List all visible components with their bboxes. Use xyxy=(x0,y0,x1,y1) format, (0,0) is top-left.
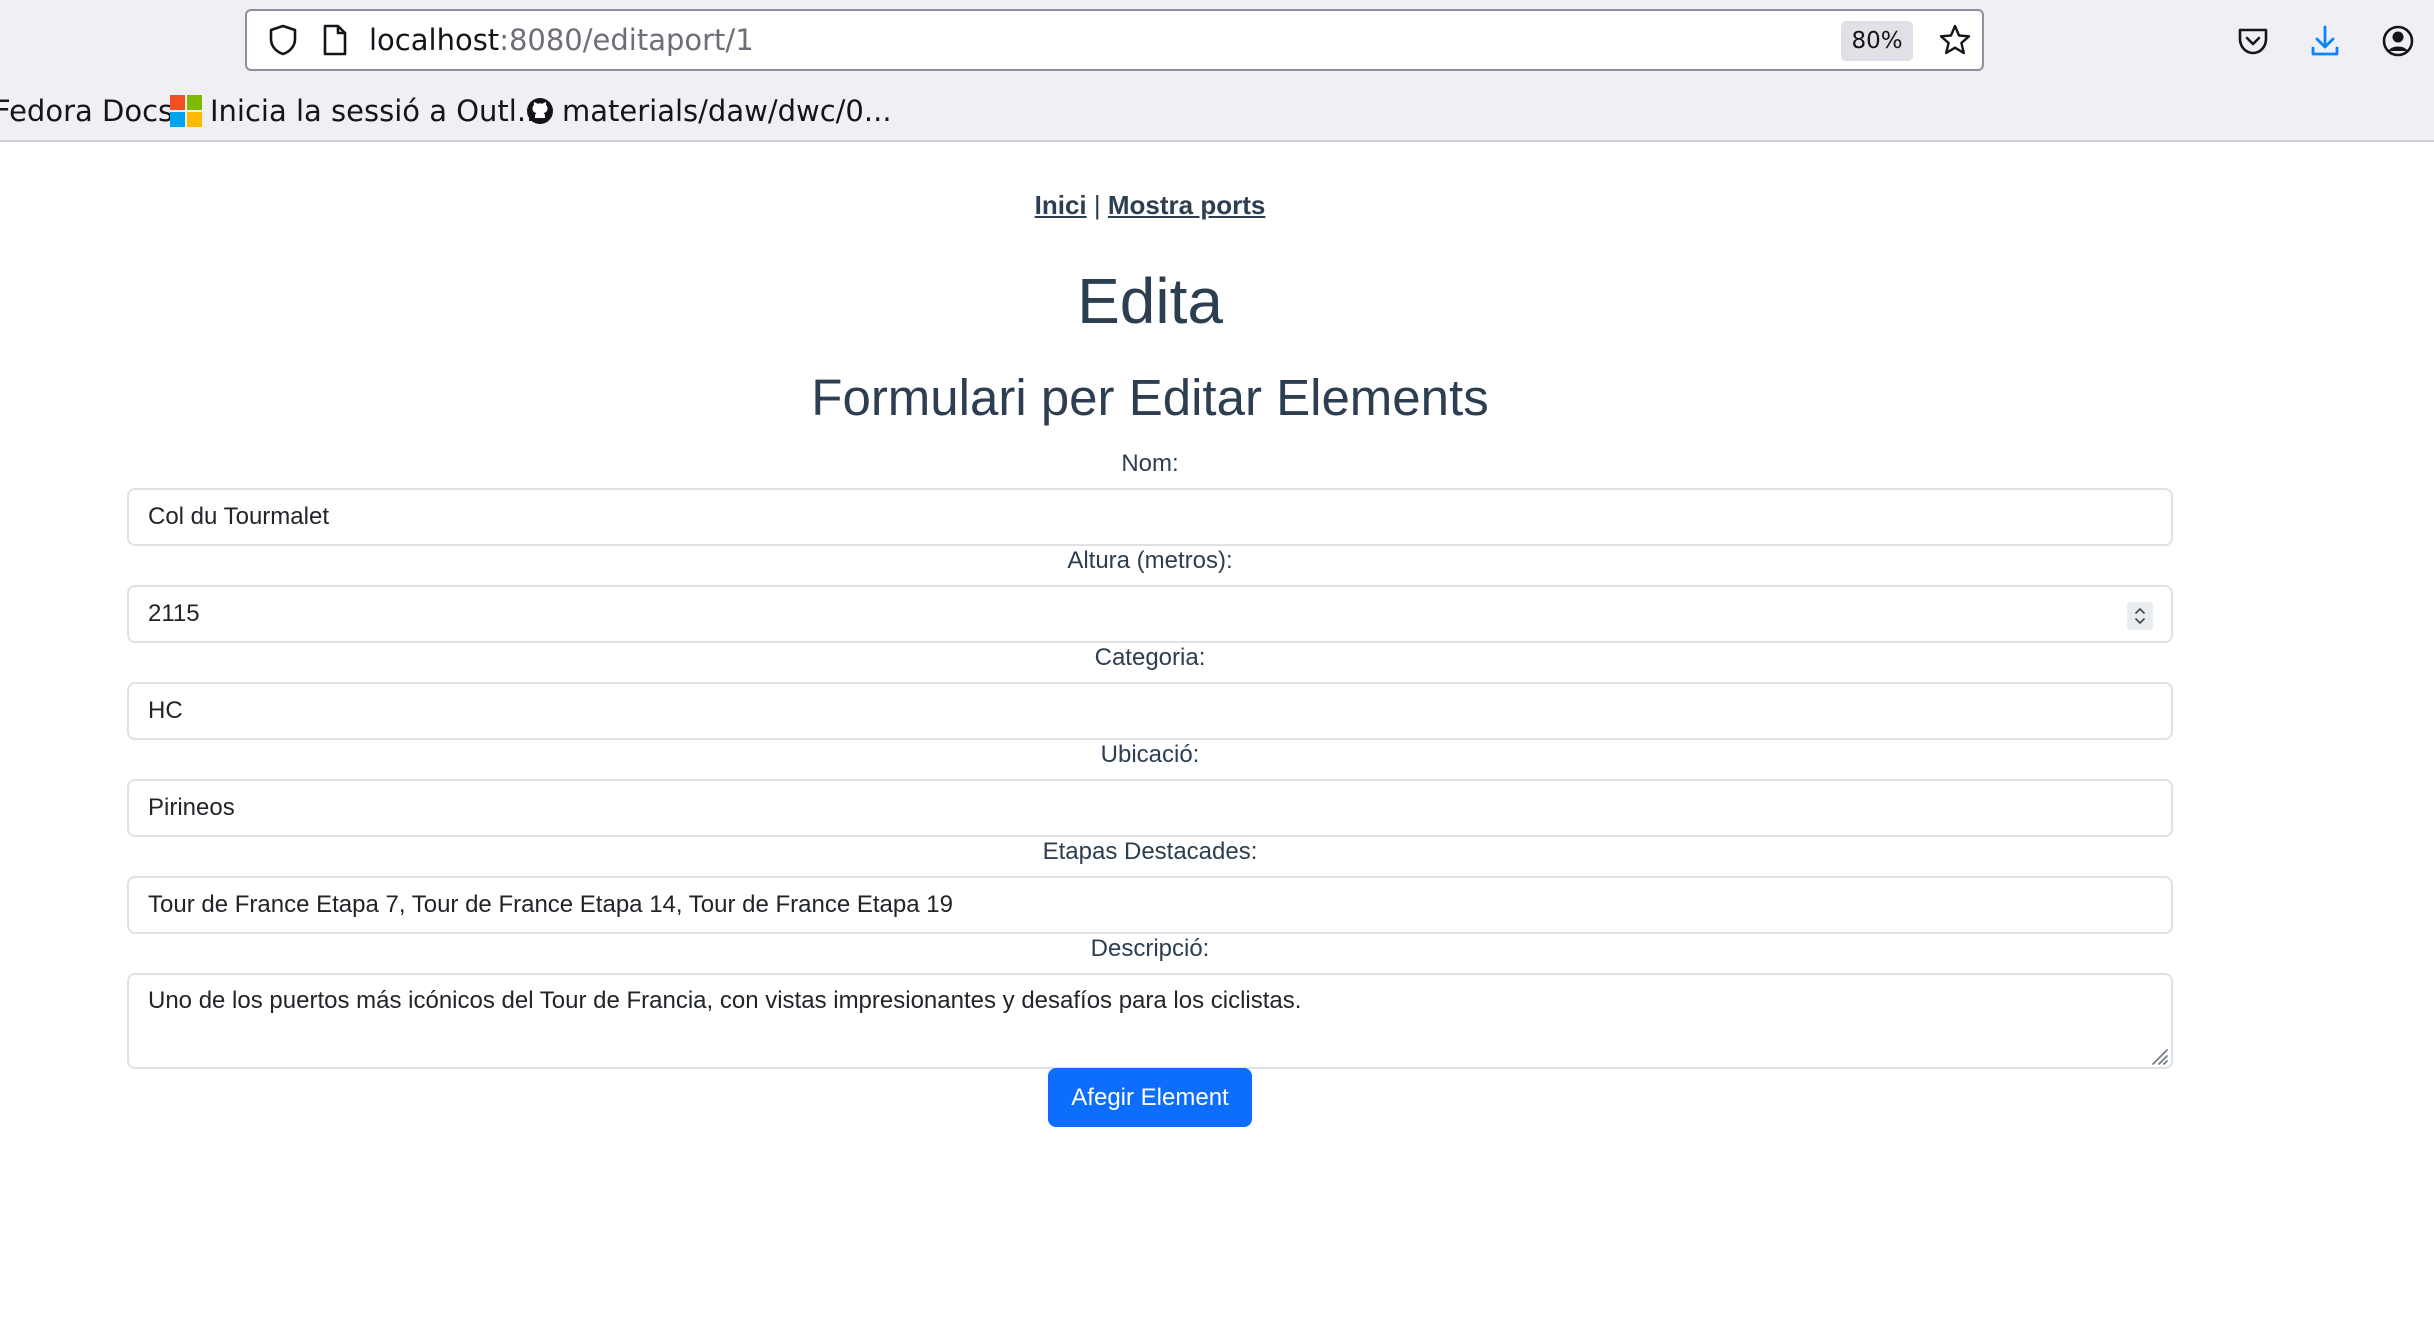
bookmark-fedora-docs[interactable]: Fedora Docs xyxy=(0,88,173,134)
url-bar[interactable]: localhost:8080/editaport/1 80% xyxy=(245,9,1984,71)
shield-icon[interactable] xyxy=(261,11,305,69)
description-value: Uno de los puertos más icónicos del Tour… xyxy=(148,987,1302,1014)
top-navigation: Inici | Mostra ports xyxy=(0,190,2300,221)
zoom-level-badge[interactable]: 80% xyxy=(1841,21,1913,61)
nav-link-show-ports[interactable]: Mostra ports xyxy=(1108,190,1265,220)
category-field[interactable]: HC xyxy=(127,682,2173,740)
name-value: Col du Tourmalet xyxy=(148,503,329,530)
bookmark-outlook[interactable]: Inicia la sessió a Outl... xyxy=(170,88,545,134)
stages-field[interactable]: Tour de France Etapa 7, Tour de France E… xyxy=(127,876,2173,934)
download-icon[interactable] xyxy=(2300,16,2350,66)
page-icon[interactable] xyxy=(313,11,357,69)
account-icon[interactable] xyxy=(2373,16,2423,66)
pocket-icon[interactable] xyxy=(2228,16,2278,66)
category-label: Categoria: xyxy=(1094,644,1206,671)
description-label: Descripció: xyxy=(1090,935,1210,962)
url-path: :8080/editaport/1 xyxy=(499,23,754,57)
page-content: Inici | Mostra ports Edita Formulari per… xyxy=(0,144,2434,1332)
description-textarea[interactable]: Uno de los puertos más icónicos del Tour… xyxy=(127,973,2173,1069)
height-field[interactable]: 2115 xyxy=(127,585,2173,643)
stages-label: Etapas Destacades: xyxy=(1042,838,1258,865)
bookmark-label: materials/daw/dwc/0... xyxy=(562,94,892,128)
resize-handle-icon[interactable] xyxy=(2149,1045,2169,1065)
bookmarks-toolbar: Fedora Docs Inicia la sessió a Outl... m… xyxy=(0,88,2434,134)
url-host: localhost xyxy=(369,23,500,57)
submit-button[interactable]: Afegir Element xyxy=(1048,1068,1252,1127)
name-field[interactable]: Col du Tourmalet xyxy=(127,488,2173,546)
location-label: Ubicació: xyxy=(1100,741,1200,768)
bookmark-star-icon[interactable] xyxy=(1931,11,1979,69)
url-text[interactable]: localhost:8080/editaport/1 xyxy=(369,11,754,69)
nav-link-home[interactable]: Inici xyxy=(1035,190,1087,220)
bookmark-github-materials[interactable]: materials/daw/dwc/0... xyxy=(526,88,892,134)
microsoft-icon xyxy=(170,95,202,127)
stages-value: Tour de France Etapa 7, Tour de France E… xyxy=(148,891,953,918)
nav-separator: | xyxy=(1093,190,1101,220)
number-stepper[interactable] xyxy=(2127,602,2153,630)
name-label: Nom: xyxy=(1121,450,1179,477)
browser-chrome: localhost:8080/editaport/1 80% Fedora D… xyxy=(0,0,2434,142)
category-value: HC xyxy=(148,697,183,724)
bookmark-label: Fedora Docs xyxy=(0,94,174,128)
bookmark-label: Inicia la sessió a Outl... xyxy=(210,94,545,128)
github-icon xyxy=(526,97,554,125)
page-title: Edita xyxy=(1077,265,1223,337)
height-label: Altura (metros): xyxy=(1067,547,1233,574)
height-value: 2115 xyxy=(148,600,200,627)
location-field[interactable]: Pirineos xyxy=(127,779,2173,837)
form-title: Formulari per Editar Elements xyxy=(811,369,1489,426)
location-value: Pirineos xyxy=(148,794,235,821)
